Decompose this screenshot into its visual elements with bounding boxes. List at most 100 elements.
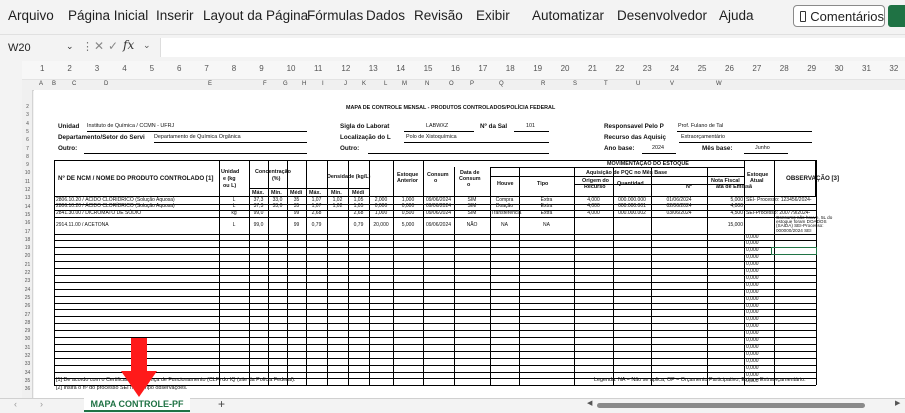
cell-estoque-atual-empty[interactable]: 0,000 — [746, 269, 759, 274]
share-button[interactable] — [888, 5, 905, 27]
cell-nf_data[interactable]: 03/06/2024 — [652, 210, 706, 216]
row-number[interactable]: 29 — [22, 328, 33, 334]
cell-qtd[interactable]: 4,000 — [575, 197, 612, 203]
cell-cmin[interactable]: 33,0 — [269, 204, 286, 209]
cell-origem[interactable]: Extra — [520, 197, 573, 203]
cell-est_at[interactable]: 5,000 — [730, 197, 743, 203]
column-letter[interactable]: T — [604, 81, 608, 87]
sheet-tab-mapa-controle[interactable]: MAPA CONTROLE-PF — [84, 398, 190, 412]
cell-estoque-atual-empty[interactable]: 0,000 — [746, 275, 759, 281]
cell-estoque-atual-empty[interactable]: 0,000 — [746, 241, 759, 246]
column-letter[interactable]: P — [470, 81, 474, 87]
row-number[interactable]: 23 — [22, 278, 33, 284]
row-number[interactable]: 13 — [22, 195, 33, 201]
row-number[interactable]: 3 — [22, 112, 33, 118]
menu-item-3[interactable]: Layout da Página — [203, 8, 308, 23]
row-number[interactable]: 17 — [22, 229, 33, 235]
cell-est_ant[interactable]: 0,000 — [370, 204, 392, 209]
cell-cmed[interactable]: 99 — [288, 210, 305, 216]
cell-produto[interactable]: 2806.10.20 / ÁCIDO CLORÍDRICO (Solução A… — [56, 204, 175, 209]
row-number[interactable]: 5 — [22, 129, 33, 135]
cell-tipo[interactable]: NA — [491, 222, 518, 228]
cell-dmin[interactable]: 1,02 — [328, 197, 347, 203]
name-box-dropdown-icon[interactable]: ⌄ — [66, 41, 74, 52]
cell-dmed[interactable]: 1,05 — [349, 204, 368, 209]
row-number[interactable]: 32 — [22, 353, 33, 359]
cell-estoque-atual-empty[interactable]: 0,000 — [746, 358, 759, 364]
cell-unid[interactable]: L — [220, 204, 248, 209]
cell-dmed[interactable]: 1,05 — [349, 197, 368, 203]
cell-est_ant[interactable]: 1,000 — [370, 210, 392, 216]
cell-cmax[interactable]: 37,3 — [250, 197, 267, 203]
selected-cell-w20[interactable] — [771, 247, 817, 255]
insert-function-icon[interactable]: fx — [123, 38, 134, 52]
menu-item-5[interactable]: Dados — [366, 8, 405, 23]
menu-item-1[interactable]: Página Inicial — [68, 8, 148, 23]
cell-unid[interactable]: L — [220, 197, 248, 203]
column-letter[interactable]: S — [573, 81, 577, 87]
row-number[interactable]: 36 — [22, 386, 33, 392]
column-letter[interactable]: G — [283, 81, 288, 87]
row-number[interactable]: 14 — [22, 204, 33, 210]
cell-estoque-atual-empty[interactable]: 0,000 — [746, 296, 759, 302]
cell-est_at[interactable]: 4,500 — [730, 210, 743, 216]
cell-estoque-atual-empty[interactable]: 0,000 — [746, 262, 759, 267]
column-letter[interactable]: J — [344, 81, 347, 87]
row-number[interactable]: 15 — [22, 212, 33, 218]
cell-estoque-atual-empty[interactable]: 0,000 — [746, 338, 759, 343]
cell-estoque-atual-empty[interactable]: 0,000 — [746, 234, 759, 240]
cell-estoque-atual-empty[interactable]: 0,000 — [746, 289, 759, 295]
menu-item-7[interactable]: Exibir — [476, 8, 510, 23]
column-letter[interactable]: F — [263, 81, 267, 87]
comments-button[interactable]: Comentários — [793, 5, 885, 27]
row-number[interactable]: 26 — [22, 303, 33, 309]
column-letter[interactable]: L — [384, 81, 387, 87]
cell-dmed[interactable]: 2,68 — [349, 210, 368, 216]
column-letter[interactable]: Q — [499, 81, 504, 87]
cell-data[interactable]: 09/06/2024 — [424, 222, 453, 228]
cell-tipo[interactable]: Compra — [491, 197, 518, 203]
cell-dmin[interactable]: 1,02 — [328, 204, 347, 209]
cell-nf[interactable]: 000.000.001 — [614, 204, 650, 209]
row-number[interactable]: 16 — [22, 220, 33, 226]
cell-consumo[interactable]: 0,000 — [394, 204, 422, 209]
cell-estoque-atual-empty[interactable]: 0,000 — [746, 324, 759, 329]
cell-nf[interactable]: 000.000.000 — [614, 197, 650, 203]
row-number[interactable]: 34 — [22, 370, 33, 376]
cell-produto[interactable]: 2806.10.20 / ÁCIDO CLORÍDRICO (Solução A… — [56, 197, 175, 203]
cell-cmed[interactable]: 35 — [288, 197, 305, 203]
cell-est_at[interactable]: 15,000 — [728, 222, 743, 228]
cell-produto[interactable]: 2914.11.00 / ACETONA — [56, 222, 109, 228]
column-letter[interactable]: W — [716, 81, 722, 87]
column-letter[interactable]: C — [72, 81, 76, 87]
cell-est_ant[interactable]: 20,000 — [370, 222, 392, 228]
cell-nf_data[interactable]: 01/06/2024 — [652, 197, 706, 203]
cancel-icon[interactable]: ✕ — [94, 39, 104, 53]
cell-cmax[interactable]: 99,0 — [250, 222, 267, 228]
more-icon[interactable]: ⋮ — [82, 40, 93, 53]
cell-nf_data[interactable]: 02/06/2024 — [652, 204, 706, 209]
row-number[interactable]: 19 — [22, 245, 33, 251]
row-number[interactable]: 24 — [22, 287, 33, 293]
cell-estoque-atual-empty[interactable]: 0,000 — [746, 248, 759, 253]
column-letter[interactable]: U — [636, 81, 640, 87]
cell-cmin[interactable]: 33,0 — [269, 197, 286, 203]
menu-item-6[interactable]: Revisão — [414, 8, 463, 23]
cell-data[interactable]: 09/06/2024 — [424, 204, 453, 209]
row-number[interactable]: 2 — [22, 104, 33, 110]
row-number[interactable]: 11 — [22, 179, 33, 185]
fx-dropdown-icon[interactable]: ⌄ — [143, 40, 151, 51]
cell-data[interactable]: 09/06/2024 — [424, 210, 453, 216]
column-letter[interactable]: I — [322, 81, 324, 87]
cell-origem[interactable]: Extra — [520, 210, 573, 216]
row-number[interactable]: 9 — [22, 162, 33, 168]
row-number[interactable]: 21 — [22, 262, 33, 268]
row-number[interactable]: 35 — [22, 378, 33, 384]
cell-tipo[interactable]: Doação — [491, 204, 518, 209]
menu-item-9[interactable]: Desenvolvedor — [617, 8, 707, 23]
cell-origem[interactable]: NA — [520, 222, 573, 228]
enter-icon[interactable]: ✓ — [108, 39, 118, 53]
cell-dmax[interactable]: 1,07 — [307, 197, 326, 203]
cell-cmax[interactable]: 99,0 — [250, 210, 267, 216]
menu-item-2[interactable]: Inserir — [156, 8, 194, 23]
